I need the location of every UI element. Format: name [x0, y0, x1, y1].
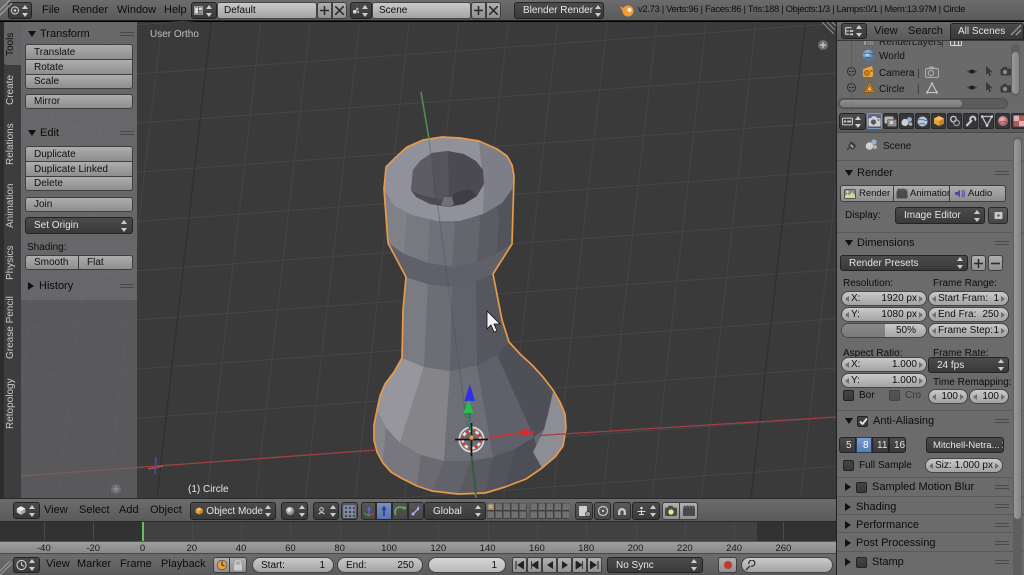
svg-text:(1) Circle: (1) Circle	[188, 484, 229, 495]
svg-text:User Ortho: User Ortho	[150, 29, 199, 40]
